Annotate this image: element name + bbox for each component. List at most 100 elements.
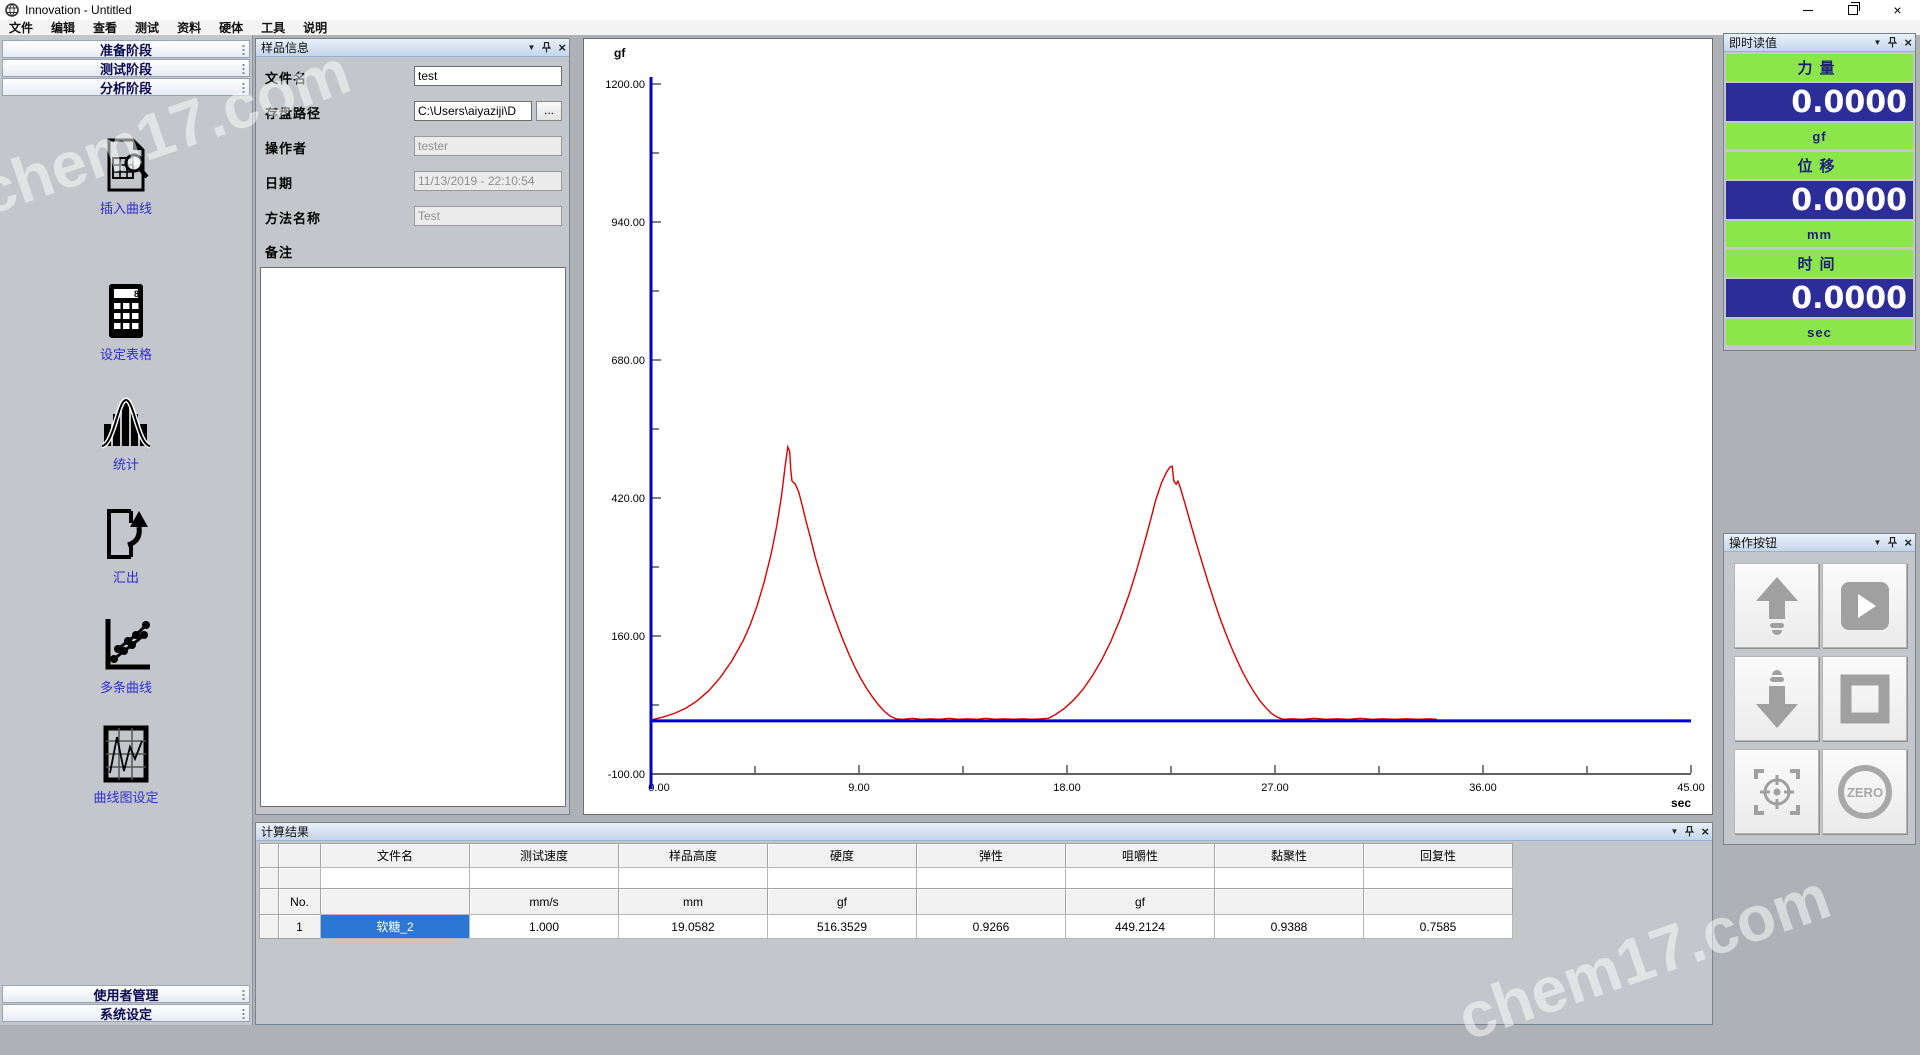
- operator-field: [414, 136, 562, 156]
- minimize-icon: [1803, 10, 1813, 11]
- sidebar-item-analysis-stage[interactable]: 分析阶段: [2, 78, 250, 96]
- calculation-results-panel-header: 计算结果 ▼ ×: [256, 823, 1712, 841]
- results-header-row: 文件名测试速度样品高度硬度弹性咀嚼性黏聚性回复性: [259, 844, 1512, 868]
- results-column-header[interactable]: 硬度: [767, 843, 917, 868]
- go-position-icon: [1748, 763, 1806, 821]
- calculation-results-panel: 计算结果 ▼ × 文件名测试速度样品高度硬度弹性咀嚼性黏聚性回复性No.mm/s…: [255, 822, 1713, 1025]
- sidebar-item-system-settings[interactable]: 系统设定: [2, 1004, 250, 1022]
- method-name-label: 方法名称: [265, 208, 321, 227]
- results-cell[interactable]: 449.2124: [1065, 914, 1215, 939]
- results-cell[interactable]: 19.0582: [618, 914, 768, 939]
- panel-title: 样品信息: [261, 39, 309, 56]
- results-cell: [259, 867, 279, 889]
- pin-icon[interactable]: [542, 42, 551, 53]
- stop-button[interactable]: [1822, 656, 1907, 741]
- results-cell[interactable]: 0.9388: [1214, 914, 1364, 939]
- close-icon[interactable]: ×: [1701, 825, 1709, 838]
- sidebar-item-chart-settings[interactable]: 曲线图设定: [0, 725, 252, 806]
- results-cell[interactable]: 516.3529: [767, 914, 917, 939]
- displacement-label: 位移: [1726, 152, 1913, 179]
- sidebar-item-test-stage[interactable]: 测试阶段: [2, 59, 250, 77]
- svg-text:8: 8: [134, 289, 139, 299]
- close-icon[interactable]: ×: [1904, 536, 1912, 549]
- close-icon[interactable]: ×: [558, 41, 566, 54]
- results-cell[interactable]: [259, 914, 279, 939]
- menu-file[interactable]: 文件: [0, 19, 42, 36]
- application-window: Innovation - Untitled × 文件 编辑 查看 测试 资料 硬…: [0, 0, 1920, 1025]
- save-path-field[interactable]: [414, 101, 532, 121]
- sidebar-item-table-setup[interactable]: 8 设定表格: [0, 282, 252, 363]
- results-column-header[interactable]: [259, 843, 279, 868]
- time-label: 时间: [1726, 250, 1913, 277]
- chevron-down-icon[interactable]: ▼: [527, 44, 535, 52]
- menu-test[interactable]: 测试: [126, 19, 168, 36]
- chart-settings-icon: [102, 725, 150, 783]
- results-column-header[interactable]: 回复性: [1363, 843, 1513, 868]
- y-tick-label: 160.00: [611, 631, 645, 643]
- browse-button[interactable]: ...: [536, 101, 562, 121]
- menu-view[interactable]: 查看: [84, 19, 126, 36]
- results-cell: [320, 867, 470, 889]
- sidebar-item-prepare-stage[interactable]: 准备阶段: [2, 40, 250, 58]
- sidebar-item-export[interactable]: 汇出: [0, 505, 252, 586]
- action-buttons-panel: 操作按钮 ▼ ×: [1723, 533, 1916, 845]
- sidebar-item-insert-curve[interactable]: 插入曲线: [0, 136, 252, 217]
- statistics-icon: [100, 394, 152, 450]
- results-cell[interactable]: 0.9266: [916, 914, 1066, 939]
- results-cell[interactable]: 1.000: [469, 914, 619, 939]
- menu-tools[interactable]: 工具: [252, 19, 294, 36]
- displacement-unit: mm: [1726, 221, 1913, 247]
- chevron-down-icon[interactable]: ▼: [1670, 828, 1678, 836]
- menu-edit[interactable]: 编辑: [42, 19, 84, 36]
- pin-icon[interactable]: [1888, 37, 1897, 48]
- pin-icon[interactable]: [1888, 537, 1897, 548]
- menu-data[interactable]: 资料: [168, 19, 210, 36]
- restore-icon: [1848, 5, 1858, 15]
- sidebar-item-statistics[interactable]: 统计: [0, 394, 252, 473]
- close-button[interactable]: ×: [1875, 0, 1920, 20]
- close-icon[interactable]: ×: [1904, 36, 1912, 49]
- menu-hardware[interactable]: 硬体: [210, 19, 252, 36]
- results-column-header[interactable]: [278, 843, 321, 868]
- sidebar-item-multi-curve[interactable]: 多条曲线: [0, 615, 252, 696]
- results-column-header[interactable]: 黏聚性: [1214, 843, 1364, 868]
- filename-field[interactable]: [414, 66, 562, 86]
- zero-button[interactable]: ZERO: [1822, 749, 1907, 834]
- sidebar-item-user-management[interactable]: 使用者管理: [2, 985, 250, 1003]
- jog-down-icon: [1750, 668, 1804, 730]
- chevron-down-icon[interactable]: ▼: [1873, 539, 1881, 547]
- results-cell: [618, 867, 768, 889]
- jog-down-button[interactable]: [1734, 656, 1819, 741]
- jog-up-icon: [1750, 575, 1804, 637]
- start-button[interactable]: [1822, 563, 1907, 648]
- menu-help[interactable]: 说明: [294, 19, 336, 36]
- results-column-header[interactable]: 测试速度: [469, 843, 619, 868]
- time-reading-group: 时间 0.0000 sec: [1726, 250, 1913, 345]
- sidebar: 准备阶段 测试阶段 分析阶段 插入曲线 8: [0, 35, 253, 1025]
- x-tick-label: 9.00: [848, 782, 869, 794]
- jog-up-button[interactable]: [1734, 563, 1819, 648]
- results-cell[interactable]: 软糖_2: [320, 914, 470, 939]
- operator-label: 操作者: [265, 138, 307, 157]
- go-position-button[interactable]: [1734, 749, 1819, 834]
- grip-icon: [242, 63, 245, 74]
- window-titlebar: Innovation - Untitled ×: [0, 0, 1920, 20]
- grip-icon: [242, 82, 245, 93]
- restore-button[interactable]: [1830, 0, 1875, 20]
- results-column-header[interactable]: 文件名: [320, 843, 470, 868]
- results-cell[interactable]: 0.7585: [1363, 914, 1513, 939]
- chevron-down-icon[interactable]: ▼: [1873, 39, 1881, 47]
- results-cell: [1363, 888, 1513, 915]
- pin-icon[interactable]: [1685, 826, 1694, 837]
- time-unit: sec: [1726, 319, 1913, 345]
- remark-field[interactable]: [260, 267, 566, 807]
- results-column-header[interactable]: 弹性: [916, 843, 1066, 868]
- results-cell[interactable]: 1: [278, 914, 321, 939]
- results-column-header[interactable]: 咀嚼性: [1065, 843, 1215, 868]
- y-tick-label: 940.00: [611, 217, 645, 229]
- results-column-header[interactable]: 样品高度: [618, 843, 768, 868]
- panel-title: 计算结果: [261, 823, 309, 840]
- time-value: 0.0000: [1726, 279, 1913, 317]
- minimize-button[interactable]: [1785, 0, 1830, 20]
- table-setup-icon: 8: [104, 282, 148, 340]
